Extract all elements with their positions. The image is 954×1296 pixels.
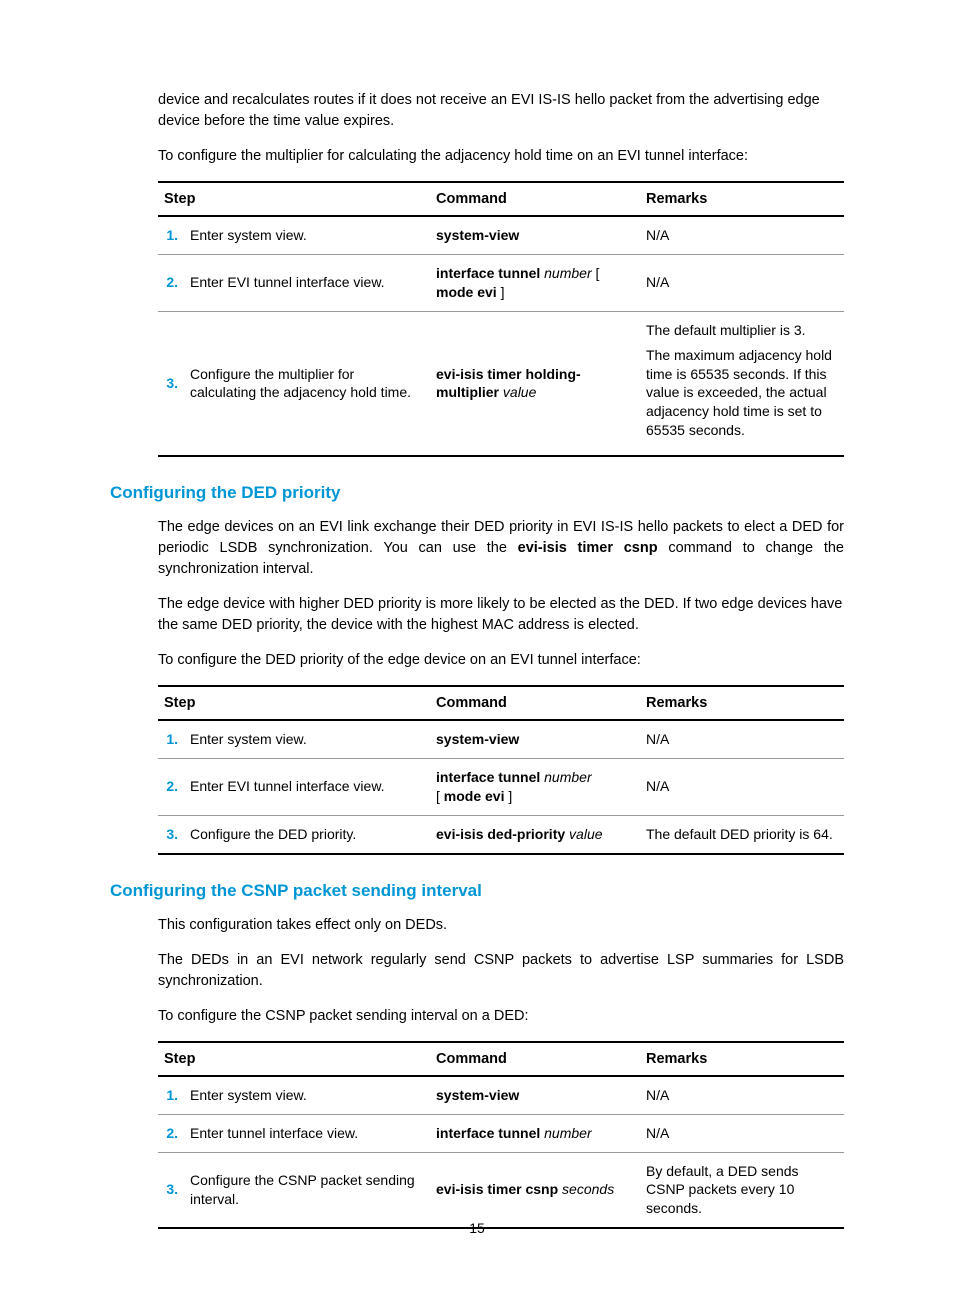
cmd-bold: mode evi bbox=[436, 284, 497, 300]
intro-p2: To configure the multiplier for calculat… bbox=[158, 146, 844, 167]
step-remarks: N/A bbox=[640, 254, 844, 311]
table-row: 2. Enter EVI tunnel interface view. inte… bbox=[158, 254, 844, 311]
step-number: 2. bbox=[158, 759, 184, 816]
step-remarks: N/A bbox=[640, 1076, 844, 1114]
ded-p3: To configure the DED priority of the edg… bbox=[158, 650, 844, 671]
step-number: 1. bbox=[158, 216, 184, 254]
cmd-italic: number bbox=[540, 769, 591, 785]
step-desc: Enter system view. bbox=[184, 216, 430, 254]
cmd-bold: evi-isis ded-priority bbox=[436, 826, 565, 842]
step-remarks: N/A bbox=[640, 1114, 844, 1152]
cmd-italic: value bbox=[565, 826, 602, 842]
remarks-line: The default multiplier is 3. bbox=[646, 321, 838, 340]
step-number: 3. bbox=[158, 1152, 184, 1228]
ded-p1: The edge devices on an EVI link exchange… bbox=[158, 517, 844, 580]
csnp-p1: This configuration takes effect only on … bbox=[158, 915, 844, 936]
table-multiplier: Step Command Remarks 1. Enter system vie… bbox=[158, 181, 844, 457]
th-command: Command bbox=[430, 686, 640, 720]
table-row: 1. Enter system view. system-view N/A bbox=[158, 216, 844, 254]
step-number: 3. bbox=[158, 311, 184, 456]
step-desc: Enter EVI tunnel interface view. bbox=[184, 254, 430, 311]
table-header-row: Step Command Remarks bbox=[158, 1042, 844, 1076]
cmd-bold: system-view bbox=[436, 731, 519, 747]
heading-ded-priority: Configuring the DED priority bbox=[110, 483, 844, 503]
step-remarks: By default, a DED sends CSNP packets eve… bbox=[640, 1152, 844, 1228]
cmd-text: [ bbox=[596, 265, 600, 281]
th-remarks: Remarks bbox=[640, 1042, 844, 1076]
cmd-italic: seconds bbox=[558, 1181, 614, 1197]
th-remarks: Remarks bbox=[640, 686, 844, 720]
step-desc: Configure the CSNP packet sending interv… bbox=[184, 1152, 430, 1228]
step-desc: Configure the multiplier for calculating… bbox=[184, 311, 430, 456]
csnp-block: This configuration takes effect only on … bbox=[158, 915, 844, 1230]
table-row: 1. Enter system view. system-view N/A bbox=[158, 720, 844, 758]
step-desc: Enter system view. bbox=[184, 1076, 430, 1114]
step-remarks: The default multiplier is 3. The maximum… bbox=[640, 311, 844, 456]
step-command: interface tunnel number [ mode evi ] bbox=[430, 759, 640, 816]
step-command: evi-isis timer csnp seconds bbox=[430, 1152, 640, 1228]
table-ded: Step Command Remarks 1. Enter system vie… bbox=[158, 685, 844, 855]
cmd-bold: mode evi bbox=[444, 788, 505, 804]
step-command: evi-isis timer holding-multiplier value bbox=[430, 311, 640, 456]
csnp-p3: To configure the CSNP packet sending int… bbox=[158, 1006, 844, 1027]
page: device and recalculates routes if it doe… bbox=[0, 0, 954, 1287]
th-command: Command bbox=[430, 1042, 640, 1076]
step-desc: Enter EVI tunnel interface view. bbox=[184, 759, 430, 816]
step-number: 3. bbox=[158, 815, 184, 853]
step-desc: Enter system view. bbox=[184, 720, 430, 758]
table-csnp: Step Command Remarks 1. Enter system vie… bbox=[158, 1041, 844, 1229]
cmd-bold: system-view bbox=[436, 1087, 519, 1103]
th-step: Step bbox=[158, 686, 430, 720]
cmd-bold: interface tunnel bbox=[436, 1125, 540, 1141]
table-header-row: Step Command Remarks bbox=[158, 182, 844, 216]
cmd-italic: number bbox=[540, 265, 595, 281]
th-step: Step bbox=[158, 1042, 430, 1076]
cmd-text: [ bbox=[436, 788, 444, 804]
cmd-text: ] bbox=[504, 788, 512, 804]
intro-p1: device and recalculates routes if it doe… bbox=[158, 90, 844, 132]
step-number: 2. bbox=[158, 254, 184, 311]
step-number: 2. bbox=[158, 1114, 184, 1152]
csnp-p2: The DEDs in an EVI network regularly sen… bbox=[158, 950, 844, 992]
cmd-italic: value bbox=[499, 384, 536, 400]
step-remarks: N/A bbox=[640, 759, 844, 816]
th-command: Command bbox=[430, 182, 640, 216]
cmd-bold: interface tunnel bbox=[436, 265, 540, 281]
cmd-bold: interface tunnel bbox=[436, 769, 540, 785]
step-remarks: N/A bbox=[640, 216, 844, 254]
th-remarks: Remarks bbox=[640, 182, 844, 216]
ded-block: The edge devices on an EVI link exchange… bbox=[158, 517, 844, 855]
table-header-row: Step Command Remarks bbox=[158, 686, 844, 720]
table-row: 2. Enter tunnel interface view. interfac… bbox=[158, 1114, 844, 1152]
step-remarks: The default DED priority is 64. bbox=[640, 815, 844, 853]
intro-block: device and recalculates routes if it doe… bbox=[158, 90, 844, 457]
step-command: system-view bbox=[430, 720, 640, 758]
step-command: system-view bbox=[430, 216, 640, 254]
table-row: 3. Configure the CSNP packet sending int… bbox=[158, 1152, 844, 1228]
ded-p2: The edge device with higher DED priority… bbox=[158, 594, 844, 636]
cmd-text: ] bbox=[497, 284, 505, 300]
step-number: 1. bbox=[158, 1076, 184, 1114]
table-row: 3. Configure the multiplier for calculat… bbox=[158, 311, 844, 456]
th-step: Step bbox=[158, 182, 430, 216]
table-row: 3. Configure the DED priority. evi-isis … bbox=[158, 815, 844, 853]
table-row: 1. Enter system view. system-view N/A bbox=[158, 1076, 844, 1114]
step-desc: Configure the DED priority. bbox=[184, 815, 430, 853]
step-number: 1. bbox=[158, 720, 184, 758]
cmd-bold: system-view bbox=[436, 227, 519, 243]
page-number: 15 bbox=[0, 1220, 954, 1236]
heading-csnp-interval: Configuring the CSNP packet sending inte… bbox=[110, 881, 844, 901]
p-bold: evi-isis timer csnp bbox=[518, 540, 658, 556]
step-command: evi-isis ded-priority value bbox=[430, 815, 640, 853]
step-desc: Enter tunnel interface view. bbox=[184, 1114, 430, 1152]
table-row: 2. Enter EVI tunnel interface view. inte… bbox=[158, 759, 844, 816]
remarks-line: The maximum adjacency hold time is 65535… bbox=[646, 346, 838, 440]
step-command: interface tunnel number bbox=[430, 1114, 640, 1152]
step-remarks: N/A bbox=[640, 720, 844, 758]
cmd-italic: number bbox=[540, 1125, 591, 1141]
step-command: system-view bbox=[430, 1076, 640, 1114]
step-command: interface tunnel number [ mode evi ] bbox=[430, 254, 640, 311]
cmd-bold: evi-isis timer csnp bbox=[436, 1181, 558, 1197]
